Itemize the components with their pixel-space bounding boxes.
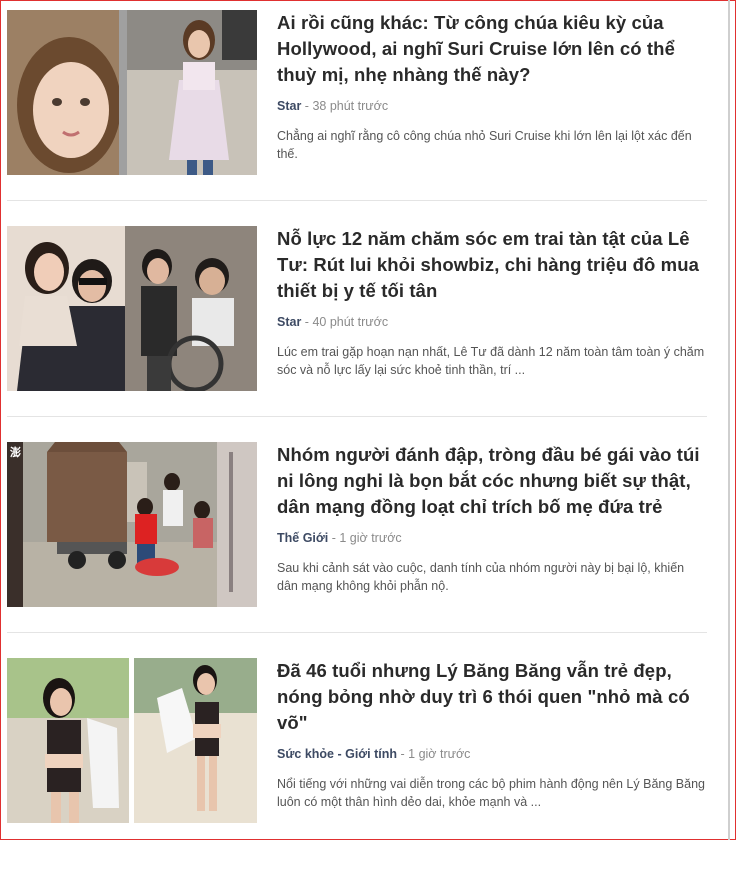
article-thumbnail[interactable]: 澎 bbox=[7, 442, 257, 607]
article-time: 1 giờ trước bbox=[339, 531, 402, 545]
article-time: 38 phút trước bbox=[312, 99, 389, 113]
article-meta: Sức khỏe - Giới tính - 1 giờ trước bbox=[277, 747, 705, 761]
meta-separator: - bbox=[301, 315, 313, 329]
article-thumbnail[interactable] bbox=[7, 10, 257, 175]
thumbnail-image bbox=[7, 226, 257, 391]
article-thumbnail[interactable] bbox=[7, 226, 257, 391]
meta-separator: - bbox=[301, 99, 313, 113]
article-thumbnail[interactable] bbox=[7, 658, 257, 823]
article-category[interactable]: Sức khỏe - Giới tính bbox=[277, 747, 397, 761]
meta-separator: - bbox=[328, 531, 340, 545]
news-item[interactable]: 澎 Nhóm người đánh đập, tròng đầu bé gái … bbox=[7, 442, 707, 633]
article-category[interactable]: Star bbox=[277, 99, 301, 113]
news-list: Ai rồi cũng khác: Từ công chúa kiêu kỳ c… bbox=[7, 10, 707, 873]
article-title[interactable]: Nhóm người đánh đập, tròng đầu bé gái và… bbox=[277, 442, 705, 520]
article-summary: Sau khi cảnh sát vào cuộc, danh tính của… bbox=[277, 561, 685, 593]
article-summary: Chẳng ai nghĩ rằng cô công chúa nhỏ Suri… bbox=[277, 129, 692, 161]
article-meta: Star - 40 phút trước bbox=[277, 315, 705, 329]
article-time: 40 phút trước bbox=[312, 315, 389, 329]
article-time: 1 giờ trước bbox=[408, 747, 471, 761]
article-category[interactable]: Star bbox=[277, 315, 301, 329]
article-content: Ai rồi cũng khác: Từ công chúa kiêu kỳ c… bbox=[277, 10, 705, 163]
thumbnail-image bbox=[7, 10, 257, 175]
news-item[interactable]: Ai rồi cũng khác: Từ công chúa kiêu kỳ c… bbox=[7, 10, 707, 201]
article-category[interactable]: Thế Giới bbox=[277, 531, 328, 545]
thumbnail-image: 澎 bbox=[7, 442, 257, 607]
article-title[interactable]: Nỗ lực 12 năm chăm sóc em trai tàn tật c… bbox=[277, 226, 705, 304]
scrollbar-track[interactable] bbox=[728, 0, 730, 840]
news-item[interactable]: Nỗ lực 12 năm chăm sóc em trai tàn tật c… bbox=[7, 226, 707, 417]
article-meta: Thế Giới - 1 giờ trước bbox=[277, 531, 705, 545]
article-content: Đã 46 tuổi nhưng Lý Băng Băng vẫn trẻ đẹ… bbox=[277, 658, 705, 811]
news-item[interactable]: Đã 46 tuổi nhưng Lý Băng Băng vẫn trẻ đẹ… bbox=[7, 658, 707, 848]
thumbnail-image bbox=[7, 658, 257, 823]
article-summary: Nổi tiếng với những vai diễn trong các b… bbox=[277, 777, 705, 809]
article-content: Nỗ lực 12 năm chăm sóc em trai tàn tật c… bbox=[277, 226, 705, 379]
article-title[interactable]: Đã 46 tuổi nhưng Lý Băng Băng vẫn trẻ đẹ… bbox=[277, 658, 705, 736]
svg-text:澎: 澎 bbox=[10, 445, 21, 459]
article-title[interactable]: Ai rồi cũng khác: Từ công chúa kiêu kỳ c… bbox=[277, 10, 705, 88]
article-meta: Star - 38 phút trước bbox=[277, 99, 705, 113]
meta-separator: - bbox=[397, 747, 409, 761]
article-content: Nhóm người đánh đập, tròng đầu bé gái và… bbox=[277, 442, 705, 595]
article-summary: Lúc em trai gặp hoạn nạn nhất, Lê Tư đã … bbox=[277, 345, 705, 377]
